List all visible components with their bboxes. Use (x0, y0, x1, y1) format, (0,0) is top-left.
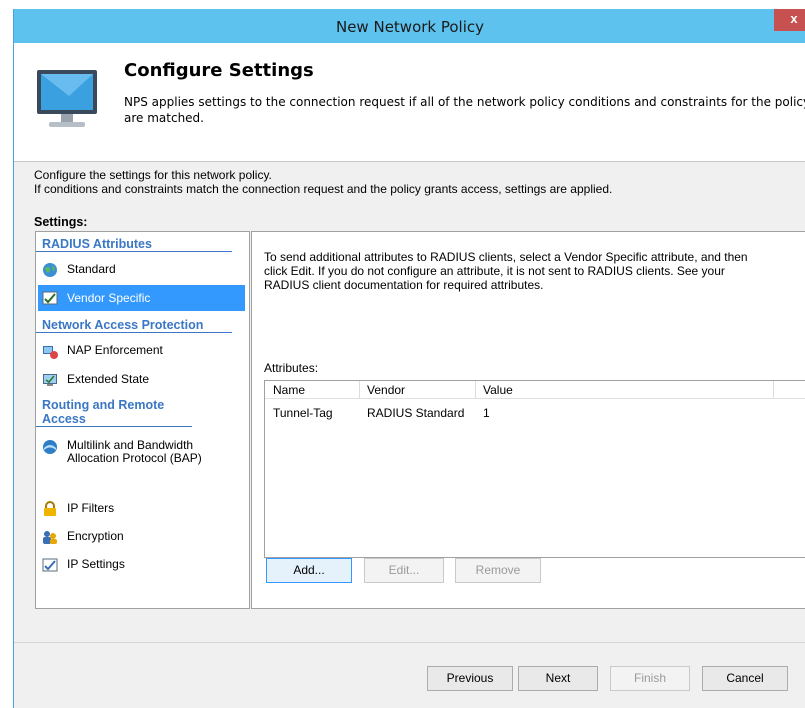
monitor-icon (37, 70, 97, 127)
nav-item-multilink[interactable]: Multilink and Bandwidth Allocation Proto… (42, 439, 212, 465)
nav-label-nap-enforcement: NAP Enforcement (67, 343, 163, 357)
nav-label-ip-filters: IP Filters (67, 501, 115, 515)
dialog-window: New Network Policy x Configure Settings … (13, 9, 805, 708)
nav-label-standard: Standard (67, 262, 116, 276)
finish-button[interactable]: Finish (610, 666, 690, 691)
checklist-icon (42, 291, 58, 305)
attributes-label: Attributes: (264, 361, 319, 375)
nav-item-nap-enforcement[interactable]: NAP Enforcement (42, 343, 163, 359)
page-description: NPS applies settings to the connection r… (124, 95, 805, 125)
table-row[interactable]: Tunnel-Tag RADIUS Standard 1 (265, 381, 805, 421)
vendor-specific-description: To send additional attributes to RADIUS … (264, 250, 748, 292)
nav-item-ip-settings[interactable]: IP Settings (42, 557, 125, 573)
attributes-table[interactable]: Name Vendor Value Tunnel-Tag RADIUS Stan… (264, 380, 805, 558)
nav-item-extended-state[interactable]: Extended State (42, 372, 149, 388)
nav-label-vendor-specific: Vendor Specific (67, 291, 151, 305)
nav-group-radius: RADIUS Attributes (36, 237, 232, 252)
nav-item-encryption[interactable]: Encryption (42, 529, 124, 545)
nav-label-ip-settings: IP Settings (67, 557, 125, 571)
nav-label-multilink: Multilink and Bandwidth Allocation Proto… (67, 438, 202, 465)
previous-button[interactable]: Previous (427, 666, 513, 691)
settings-nav: RADIUS Attributes Standard Vendor Specif… (35, 231, 250, 609)
ip-settings-icon (42, 558, 58, 572)
intro-line-2: If conditions and constraints match the … (34, 182, 613, 196)
cancel-button[interactable]: Cancel (702, 666, 788, 691)
edit-button[interactable]: Edit... (364, 558, 444, 583)
intro-text: Configure the settings for this network … (34, 168, 612, 196)
nav-item-vendor-specific[interactable]: Vendor Specific (38, 285, 245, 311)
next-button[interactable]: Next (518, 666, 598, 691)
nav-group-routing: Routing and Remote Access (36, 398, 192, 427)
nav-label-encryption: Encryption (67, 529, 124, 543)
cell-vendor: RADIUS Standard (367, 406, 465, 420)
multilink-icon (43, 440, 57, 454)
window-title: New Network Policy (335, 18, 485, 36)
lock-icon (44, 501, 56, 516)
nav-item-standard[interactable]: Standard (42, 262, 116, 278)
users-key-icon (43, 531, 57, 544)
footer-divider (14, 642, 805, 643)
nap-enforcement-icon (43, 346, 58, 359)
nav-group-nap: Network Access Protection (36, 318, 232, 333)
settings-content: To send additional attributes to RADIUS … (251, 231, 805, 609)
nav-item-ip-filters[interactable]: IP Filters (42, 501, 114, 517)
page-title: Configure Settings (124, 60, 314, 81)
extended-state-icon (43, 374, 57, 386)
intro-line-1: Configure the settings for this network … (34, 168, 272, 182)
globe-icon (43, 263, 57, 277)
close-button[interactable]: x (774, 9, 805, 31)
nav-label-extended-state: Extended State (67, 372, 150, 386)
remove-button[interactable]: Remove (455, 558, 541, 583)
settings-label: Settings: (34, 215, 88, 229)
cell-value: 1 (483, 406, 490, 420)
wizard-header: Configure Settings NPS applies settings … (14, 43, 805, 162)
title-bar[interactable]: New Network Policy x (14, 9, 805, 43)
add-button[interactable]: Add... (266, 558, 352, 583)
cell-name: Tunnel-Tag (273, 406, 333, 420)
